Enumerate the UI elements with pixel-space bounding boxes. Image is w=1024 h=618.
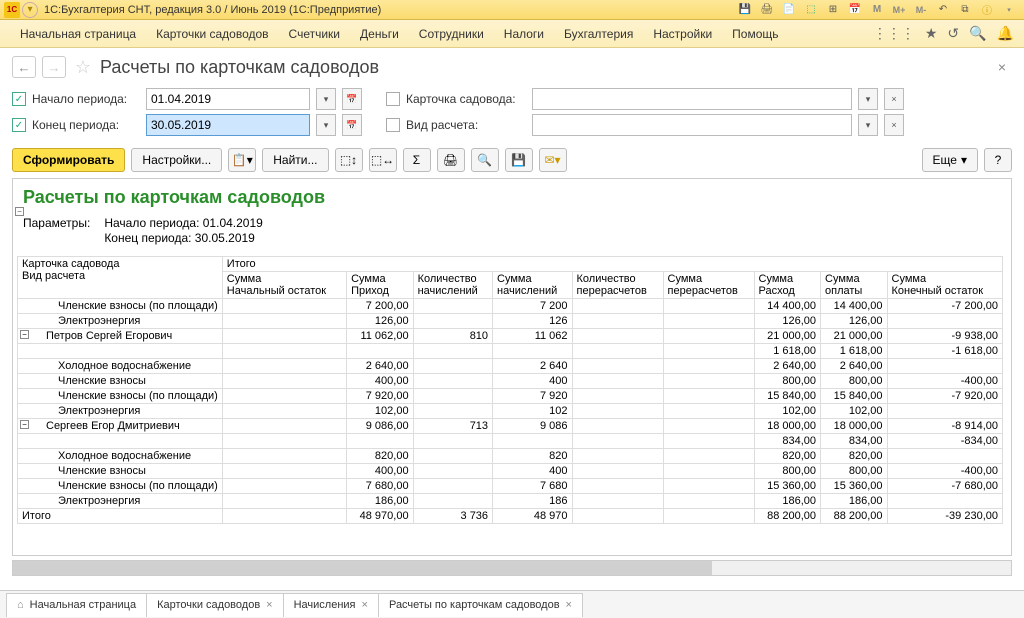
collapse-button[interactable]: ⬚↔ [369,148,397,172]
page-header: ← → ☆ Расчеты по карточкам садоводов × [0,48,1024,82]
end-label: Конец периода: [32,118,140,132]
type-checkbox[interactable]: ✓ [386,118,400,132]
report-toolbar: Сформировать Настройки... 📋▾ Найти... ⬚↕… [0,142,1024,178]
end-cal[interactable]: 📅 [342,114,362,136]
card-drop[interactable]: ▾ [858,88,878,110]
report-table: Карточка садоводаВид расчета Итого Сумма… [17,256,1003,524]
save-icon[interactable]: 💾 [736,2,754,18]
end-drop[interactable]: ▾ [316,114,336,136]
card-label: Карточка садовода: [406,92,526,106]
back-button[interactable]: ← [12,56,36,78]
find-button[interactable]: Найти... [262,148,328,172]
window-title: 1С:Бухгалтерия СНТ, редакция 3.0 / Июнь … [44,4,381,16]
doc-icon[interactable]: 📄 [780,2,798,18]
page-title: Расчеты по карточкам садоводов [100,57,379,78]
calc-icon[interactable]: ⊞ [824,2,842,18]
form-button[interactable]: Сформировать [12,148,125,172]
save-file-button[interactable]: 💾 [505,148,533,172]
tab-accruals[interactable]: Начисления× [283,593,379,617]
type-drop[interactable]: ▾ [858,114,878,136]
report-params: Параметры: Начало периода: 01.04.2019Кон… [17,212,1003,256]
print-icon[interactable]: 🖨 [758,2,776,18]
tab-cards[interactable]: Карточки садоводов× [146,593,284,617]
drop-icon[interactable]: ▾ [1000,2,1018,18]
start-label: Начало периода: [32,92,140,106]
tab-calculations[interactable]: Расчеты по карточкам садоводов× [378,593,583,617]
type-input[interactable] [532,114,852,136]
outline-toggle-1[interactable]: − [15,207,24,216]
back-icon[interactable]: ↶ [934,2,952,18]
menu-accounting[interactable]: Бухгалтерия [554,27,643,41]
menu-counters[interactable]: Счетчики [279,27,350,41]
print-button[interactable]: 🖨 [437,148,465,172]
mail-button[interactable]: ✉▾ [539,148,567,172]
m-icon[interactable]: M [868,2,886,18]
card-clear[interactable]: × [884,88,904,110]
preview-button[interactable]: 🔍 [471,148,499,172]
menu-settings[interactable]: Настройки [643,27,722,41]
menu-home[interactable]: Начальная страница [10,27,146,41]
report-area[interactable]: − Расчеты по карточкам садоводов Парамет… [12,178,1012,556]
start-cal[interactable]: 📅 [342,88,362,110]
report-title: Расчеты по карточкам садоводов [17,183,1003,212]
help-button[interactable]: ? [984,148,1012,172]
type-clear[interactable]: × [884,114,904,136]
horizontal-scrollbar[interactable] [12,560,1012,576]
end-input[interactable] [146,114,310,136]
search-icon[interactable]: 🔍 [969,25,986,42]
app-icon: 1C [4,2,20,18]
star-icon[interactable]: ★ [925,25,938,42]
sum-button[interactable]: Σ [403,148,431,172]
expand-button[interactable]: ⬚↕ [335,148,363,172]
copy-button[interactable]: 📋▾ [228,148,256,172]
dropdown-icon[interactable]: ▾ [22,2,38,18]
start-checkbox[interactable]: ✓ [12,92,26,106]
start-drop[interactable]: ▾ [316,88,336,110]
menu-employees[interactable]: Сотрудники [409,27,494,41]
menu-help[interactable]: Помощь [722,27,788,41]
more-button[interactable]: Еще ▾ [922,148,978,172]
tab-home[interactable]: Начальная страница [6,593,147,617]
info-icon[interactable]: ⓘ [978,2,996,18]
compare-icon[interactable]: ⬚ [802,2,820,18]
history-icon[interactable]: ↺ [947,25,959,42]
close-page[interactable]: × [992,59,1012,75]
m-plus-icon[interactable]: M+ [890,2,908,18]
settings-button[interactable]: Настройки... [131,148,222,172]
menu-taxes[interactable]: Налоги [494,27,554,41]
menu-money[interactable]: Деньги [350,27,409,41]
window-icon[interactable]: ⧉ [956,2,974,18]
grid-icon[interactable]: ⋮⋮⋮ [873,25,915,42]
menu-cards[interactable]: Карточки садоводов [146,27,278,41]
type-label: Вид расчета: [406,118,526,132]
title-bar: 1C ▾ 1С:Бухгалтерия СНТ, редакция 3.0 / … [0,0,1024,20]
main-menu: Начальная страница Карточки садоводов Сч… [0,20,1024,48]
params-label: Параметры: [23,216,90,246]
calendar-icon[interactable]: 📅 [846,2,864,18]
start-input[interactable] [146,88,310,110]
end-checkbox[interactable]: ✓ [12,118,26,132]
forward-button[interactable]: → [42,56,66,78]
card-checkbox[interactable]: ✓ [386,92,400,106]
filters-panel: ✓ Начало периода: ▾ 📅 ✓ Карточка садовод… [0,82,1024,142]
bell-icon[interactable]: 🔔 [997,25,1014,42]
card-input[interactable] [532,88,852,110]
tabs-bar: Начальная страница Карточки садоводов× Н… [0,590,1024,618]
favorite-star[interactable]: ☆ [72,57,94,78]
m-minus-icon[interactable]: M- [912,2,930,18]
